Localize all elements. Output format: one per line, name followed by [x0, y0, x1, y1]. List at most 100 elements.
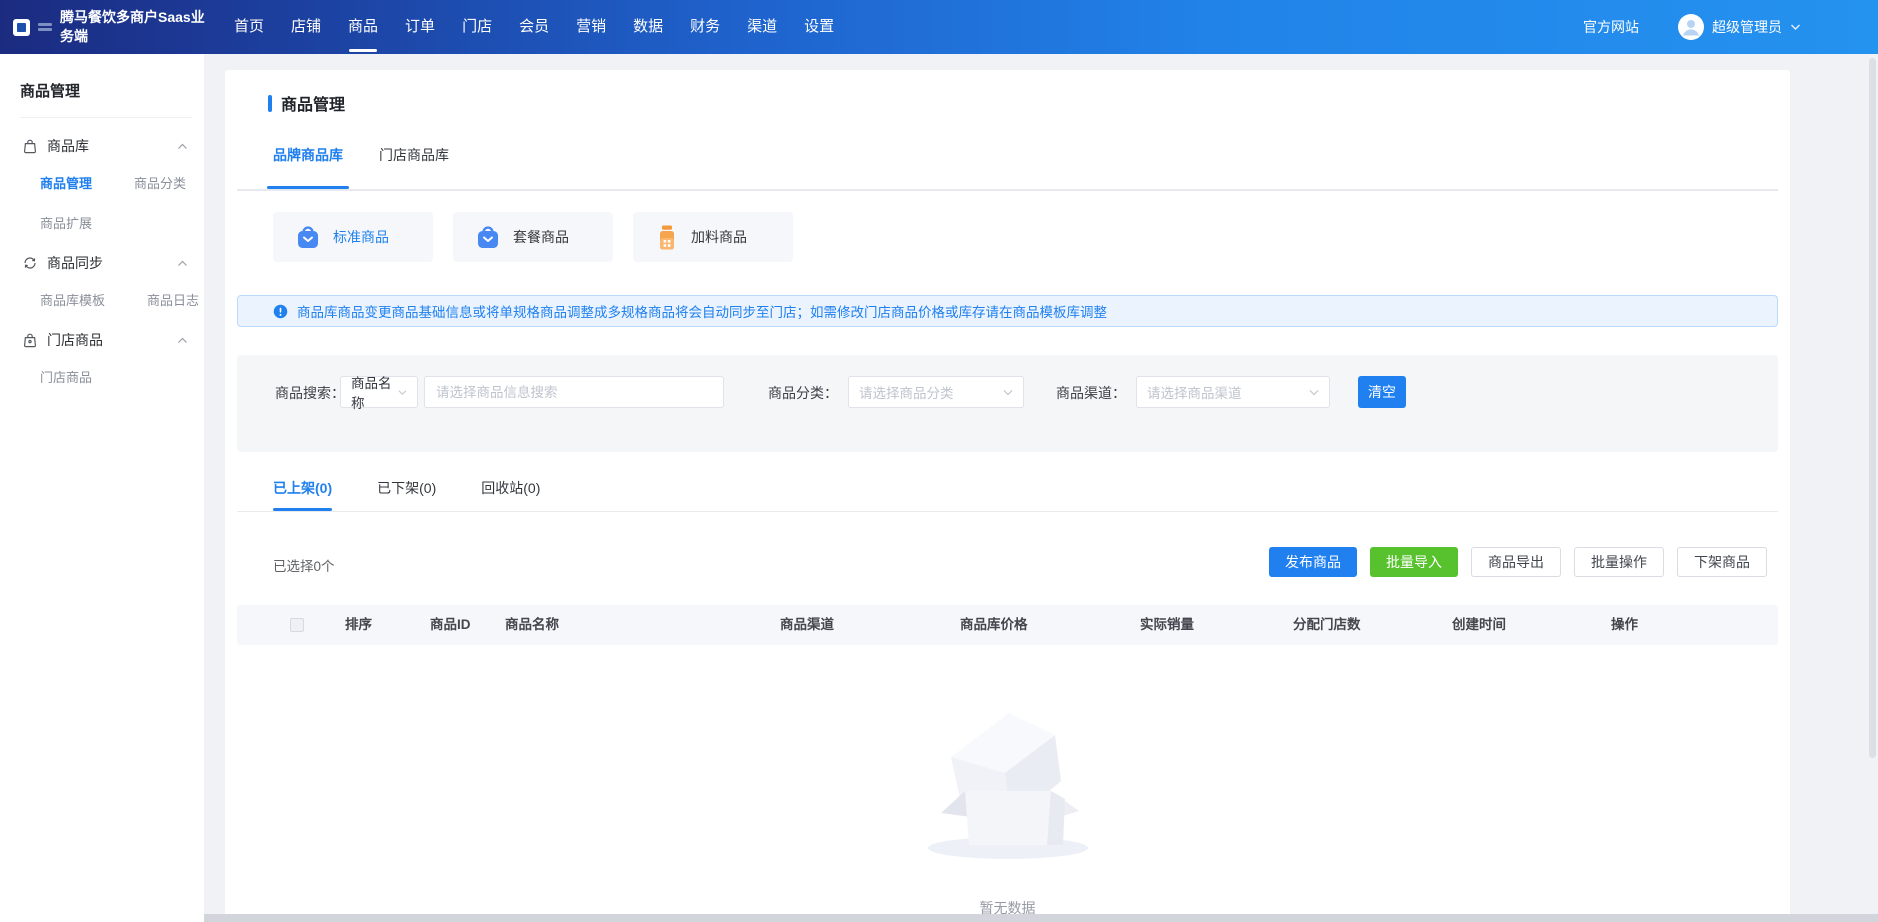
column-header-library-price: 商品库价格 — [960, 605, 1028, 645]
publish-goods-button[interactable]: 发布商品 — [1269, 547, 1357, 577]
action-buttons: 发布商品 批量导入 商品导出 批量操作 下架商品 — [1269, 547, 1767, 577]
horizontal-scrollbar[interactable] — [204, 914, 1878, 922]
search-type-select[interactable]: 商品名称 — [340, 376, 418, 408]
column-header-operations: 操作 — [1611, 605, 1638, 645]
info-icon — [273, 304, 288, 319]
library-tabs: 品牌商品库 门店商品库 — [273, 145, 449, 189]
sidebar-item-goods-extend[interactable]: 商品扩展 — [40, 213, 92, 232]
chevron-up-icon — [177, 337, 188, 344]
bag-icon — [22, 138, 38, 154]
chevron-down-icon — [1790, 23, 1801, 31]
nav-item-finance[interactable]: 财务 — [690, 0, 720, 54]
channel-label: 商品渠道： — [1056, 383, 1126, 403]
avatar — [1678, 14, 1704, 40]
sidebar-group-goods-library[interactable]: 商品库 — [22, 136, 188, 156]
app-title: 腾马餐饮多商户Saas业务端 — [60, 8, 212, 46]
sidebar-group-label: 门店商品 — [47, 330, 103, 350]
type-card-label: 标准商品 — [333, 227, 389, 247]
main-content: 商品管理 品牌商品库 门店商品库 标准商品 — [204, 54, 1878, 922]
search-input[interactable] — [424, 376, 724, 408]
nav-item-orders[interactable]: 订单 — [405, 0, 435, 54]
title-accent-bar — [268, 95, 272, 112]
chevron-down-icon — [398, 389, 407, 396]
category-placeholder: 请选择商品分类 — [859, 382, 954, 402]
seasoning-jar-icon — [655, 224, 679, 251]
batch-import-button[interactable]: 批量导入 — [1370, 547, 1458, 577]
channel-select[interactable]: 请选择商品渠道 — [1136, 376, 1330, 408]
tab-on-shelf[interactable]: 已上架(0) — [273, 478, 332, 511]
chevron-down-icon — [1003, 389, 1013, 396]
select-all-checkbox[interactable] — [290, 618, 304, 632]
notice-text: 商品库商品变更商品基础信息或将单规格商品调整成多规格商品将会自动同步至门店；如需… — [297, 301, 1107, 321]
column-header-actual-sales: 实际销量 — [1140, 605, 1194, 645]
nav-item-marketing[interactable]: 营销 — [576, 0, 606, 54]
sidebar-divider — [20, 117, 192, 118]
goods-type-cards: 标准商品 套餐商品 — [273, 212, 793, 262]
table-header: 排序 商品ID 商品名称 商品渠道 商品库价格 实际销量 分配门店数 创建时间 … — [237, 605, 1778, 645]
main-nav: 首页 店铺 商品 订单 门店 会员 营销 数据 财务 渠道 设置 — [234, 0, 834, 54]
app-logo[interactable]: 腾马餐饮多商户Saas业务端 — [13, 0, 212, 54]
nav-item-channels[interactable]: 渠道 — [747, 0, 777, 54]
sidebar-item-store-goods[interactable]: 门店商品 — [40, 367, 92, 386]
brand-icon — [13, 19, 30, 36]
column-header-goods-id: 商品ID — [430, 605, 471, 645]
official-site-link[interactable]: 官方网站 — [1583, 0, 1639, 54]
selected-count-text: 已选择0个 — [273, 555, 335, 575]
sidebar: 商品管理 商品库 商品管理 商品分类 商品扩展 — [0, 54, 204, 922]
nav-item-goods[interactable]: 商品 — [348, 0, 378, 54]
nav-item-settings[interactable]: 设置 — [804, 0, 834, 54]
empty-box-illustration — [913, 695, 1103, 865]
tab-off-shelf[interactable]: 已下架(0) — [377, 478, 436, 511]
tab-recycle-bin[interactable]: 回收站(0) — [481, 478, 540, 511]
type-card-topping-goods[interactable]: 加料商品 — [633, 212, 793, 262]
notice-banner: 商品库商品变更商品基础信息或将单规格商品调整成多规格商品将会自动同步至门店；如需… — [237, 295, 1778, 327]
tab-brand-library[interactable]: 品牌商品库 — [273, 145, 343, 189]
user-menu[interactable]: 超级管理员 — [1678, 0, 1801, 54]
filter-panel: 商品搜索： 商品名称 商品分类： 请选择商品分类 商品渠道： — [237, 355, 1778, 452]
nav-item-data[interactable]: 数据 — [633, 0, 663, 54]
sidebar-group-label: 商品同步 — [47, 253, 103, 273]
chevron-up-icon — [177, 260, 188, 267]
type-card-standard-goods[interactable]: 标准商品 — [273, 212, 433, 262]
sidebar-item-goods-manage[interactable]: 商品管理 — [40, 173, 92, 192]
vertical-scrollbar[interactable] — [1869, 58, 1876, 758]
sidebar-item-goods-category[interactable]: 商品分类 — [134, 173, 186, 192]
content-card: 商品管理 品牌商品库 门店商品库 标准商品 — [225, 70, 1790, 922]
sidebar-group-store-goods[interactable]: 门店商品 — [22, 330, 188, 350]
chevron-up-icon — [177, 143, 188, 150]
empty-state — [225, 695, 1790, 870]
type-card-label: 套餐商品 — [513, 227, 569, 247]
top-navbar: 腾马餐饮多商户Saas业务端 首页 店铺 商品 订单 门店 会员 营销 数据 财… — [0, 0, 1878, 54]
export-goods-button[interactable]: 商品导出 — [1471, 547, 1561, 577]
batch-operations-button[interactable]: 批量操作 — [1574, 547, 1664, 577]
type-card-label: 加料商品 — [691, 227, 747, 247]
search-type-value: 商品名称 — [351, 372, 398, 412]
page-title: 商品管理 — [281, 91, 345, 115]
take-down-goods-button[interactable]: 下架商品 — [1677, 547, 1767, 577]
page-title-row: 商品管理 — [268, 91, 345, 115]
column-header-assigned-stores: 分配门店数 — [1293, 605, 1361, 645]
sidebar-group-label: 商品库 — [47, 136, 89, 156]
bag-icon — [475, 224, 501, 251]
column-header-created-time: 创建时间 — [1452, 605, 1506, 645]
sidebar-subitems-row: 商品库模板 商品日志 — [40, 290, 204, 309]
sync-icon — [22, 255, 38, 271]
type-card-combo-goods[interactable]: 套餐商品 — [453, 212, 613, 262]
sidebar-item-goods-log[interactable]: 商品日志 — [147, 290, 199, 309]
category-select[interactable]: 请选择商品分类 — [848, 376, 1024, 408]
chevron-down-icon — [1309, 389, 1319, 396]
nav-item-home[interactable]: 首页 — [234, 0, 264, 54]
sidebar-item-library-template[interactable]: 商品库模板 — [40, 290, 105, 309]
sidebar-group-goods-sync[interactable]: 商品同步 — [22, 253, 188, 273]
bag-icon — [295, 224, 321, 251]
brand-subtext-mark — [38, 23, 52, 31]
tab-store-library[interactable]: 门店商品库 — [379, 145, 449, 189]
sidebar-title: 商品管理 — [20, 80, 204, 101]
nav-item-shop[interactable]: 店铺 — [291, 0, 321, 54]
nav-item-stores[interactable]: 门店 — [462, 0, 492, 54]
status-tabs: 已上架(0) 已下架(0) 回收站(0) — [273, 478, 540, 511]
store-bag-icon — [22, 332, 38, 348]
clear-button[interactable]: 清空 — [1358, 376, 1406, 408]
channel-placeholder: 请选择商品渠道 — [1147, 382, 1242, 402]
nav-item-members[interactable]: 会员 — [519, 0, 549, 54]
